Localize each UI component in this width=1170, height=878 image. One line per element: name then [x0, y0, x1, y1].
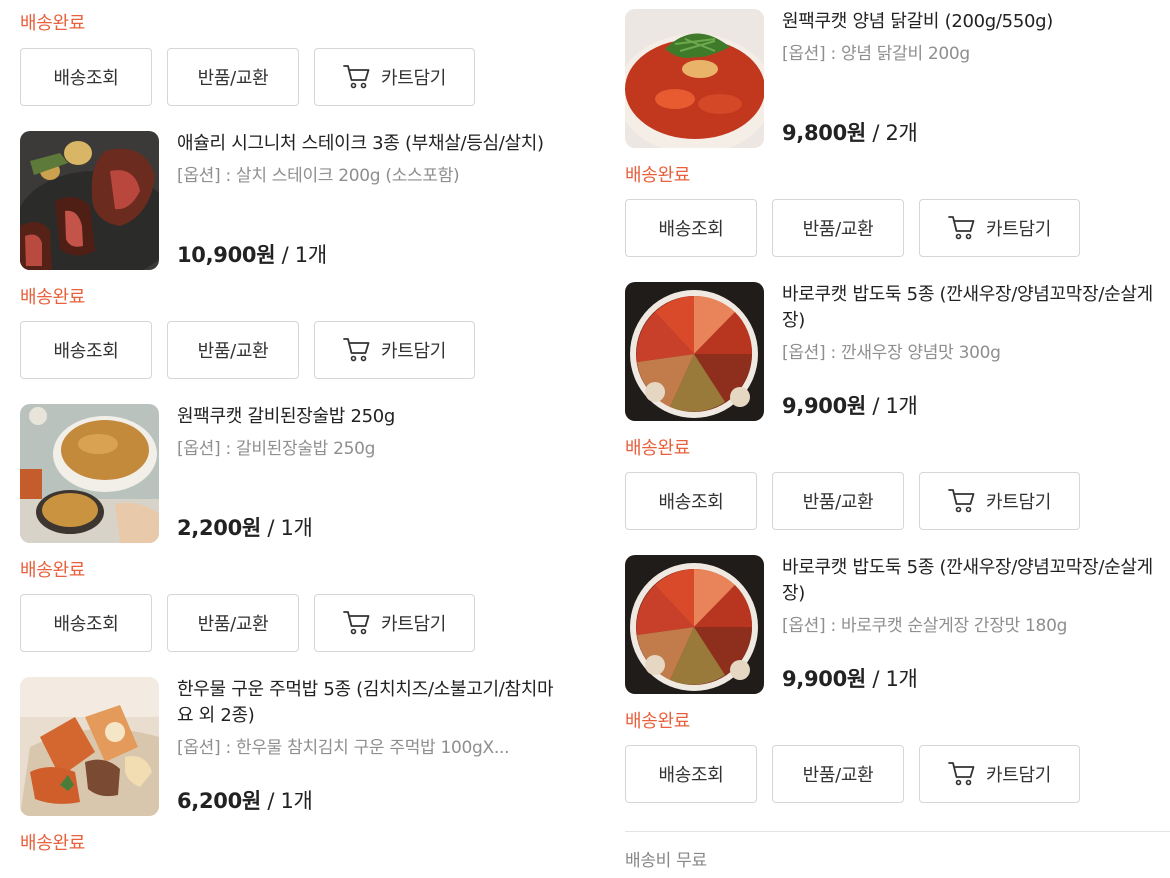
shopping-cart-icon [343, 65, 370, 89]
return-exchange-button[interactable]: 반품/교환 [167, 594, 299, 652]
add-to-cart-button[interactable]: 카트담기 [919, 745, 1080, 803]
product-price: 9,900원 [782, 394, 866, 418]
order-item[interactable]: 바로쿠캣 밥도둑 5종 (깐새우장/양념꼬막장/순살게장) [옵션] : 깐새우… [625, 282, 1170, 422]
price-line: 6,200원 / 1개 [177, 785, 313, 815]
track-delivery-button[interactable]: 배송조회 [20, 321, 152, 379]
product-option: [옵션] : 갈비된장술밥 250g [177, 439, 376, 459]
price-separator: / [275, 243, 295, 267]
track-delivery-button[interactable]: 배송조회 [20, 594, 152, 652]
action-button-row: 배송조회 반품/교환 카트담기 [625, 199, 1080, 259]
product-image-banchan-set[interactable] [625, 555, 764, 694]
add-to-cart-button[interactable]: 카트담기 [314, 321, 475, 379]
product-option: [옵션] : 깐새우장 양념맛 300g [782, 343, 1001, 363]
return-exchange-button[interactable]: 반품/교환 [772, 745, 904, 803]
product-image-steak[interactable] [20, 131, 159, 270]
track-delivery-button[interactable]: 배송조회 [625, 199, 757, 257]
product-name[interactable]: 바로쿠캣 밥도둑 5종 (깐새우장/양념꼬막장/순살게장) [782, 282, 1170, 334]
price-line: 10,900원 / 1개 [177, 239, 327, 269]
product-quantity: 1개 [294, 243, 327, 267]
delivery-status: 배송완료 [20, 13, 86, 34]
shipping-fee-text: 배송비 무료 [625, 851, 707, 871]
order-item[interactable]: 바로쿠캣 밥도둑 5종 (깐새우장/양념꼬막장/순살게장) [옵션] : 바로쿠… [625, 555, 1170, 695]
shopping-cart-icon [948, 489, 975, 513]
action-button-row: 배송조회 반품/교환 카트담기 [20, 48, 475, 108]
order-item[interactable]: 한우물 구운 주먹밥 5종 (김치치즈/소불고기/참치마요 외 2종) [옵션]… [20, 677, 560, 817]
product-price: 2,200원 [177, 516, 261, 540]
action-button-row: 배송조회 반품/교환 카트담기 [20, 321, 475, 381]
delivery-status: 배송완료 [20, 287, 86, 308]
price-separator: / [865, 394, 886, 418]
product-quantity: 1개 [885, 667, 918, 691]
track-delivery-button[interactable]: 배송조회 [20, 48, 152, 106]
price-separator: / [260, 516, 281, 540]
action-button-row: 배송조회 반품/교환 카트담기 [625, 472, 1080, 532]
action-button-row: 배송조회 반품/교환 카트담기 [20, 594, 475, 654]
product-option: [옵션] : 살치 스테이크 200g (소스포함) [177, 166, 460, 186]
product-name[interactable]: 원팩쿠캣 양념 닭갈비 (200g/550g) [782, 9, 1170, 35]
action-button-row: 배송조회 반품/교환 카트담기 [625, 745, 1080, 805]
delivery-status: 배송완료 [625, 438, 691, 459]
product-option: [옵션] : 한우물 참치김치 구운 주먹밥 100gX... [177, 738, 510, 758]
delivery-status: 배송완료 [20, 560, 86, 581]
product-option: [옵션] : 바로쿠캣 순살게장 간장맛 180g [782, 616, 1068, 636]
product-name[interactable]: 바로쿠캣 밥도둑 5종 (깐새우장/양념꼬막장/순살게장) [782, 555, 1170, 607]
add-to-cart-button[interactable]: 카트담기 [314, 48, 475, 106]
product-quantity: 1개 [280, 789, 313, 813]
shopping-cart-icon [343, 338, 370, 362]
price-line: 9,900원 / 1개 [782, 663, 918, 693]
product-quantity: 1개 [885, 394, 918, 418]
shopping-cart-icon [343, 611, 370, 635]
product-image-doenjang-rice[interactable] [20, 404, 159, 543]
cart-button-label: 카트담기 [380, 68, 447, 89]
price-line: 9,900원 / 1개 [782, 390, 918, 420]
price-separator: / [865, 667, 886, 691]
price-separator: / [865, 121, 886, 145]
track-delivery-button[interactable]: 배송조회 [625, 472, 757, 530]
cart-button-label: 카트담기 [380, 341, 447, 362]
product-price: 9,900원 [782, 667, 866, 691]
shopping-cart-icon [948, 216, 975, 240]
product-name[interactable]: 한우물 구운 주먹밥 5종 (김치치즈/소불고기/참치마요 외 2종) [177, 677, 560, 729]
add-to-cart-button[interactable]: 카트담기 [314, 594, 475, 652]
delivery-status: 배송완료 [625, 711, 691, 732]
delivery-status: 배송완료 [625, 165, 691, 186]
product-quantity: 2개 [885, 121, 918, 145]
product-name[interactable]: 원팩쿠캣 갈비된장술밥 250g [177, 404, 560, 430]
delivery-status: 배송완료 [20, 833, 86, 854]
product-name[interactable]: 애슐리 시그니처 스테이크 3종 (부채살/등심/살치) [177, 131, 560, 157]
add-to-cart-button[interactable]: 카트담기 [919, 472, 1080, 530]
cart-button-label: 카트담기 [985, 492, 1052, 513]
product-price: 10,900원 [177, 243, 276, 267]
price-separator: / [260, 789, 281, 813]
order-item[interactable]: 원팩쿠캣 갈비된장술밥 250g [옵션] : 갈비된장술밥 250g 2,20… [20, 404, 560, 544]
price-line: 2,200원 / 1개 [177, 512, 313, 542]
cart-button-label: 카트담기 [380, 614, 447, 635]
return-exchange-button[interactable]: 반품/교환 [772, 472, 904, 530]
track-delivery-button[interactable]: 배송조회 [625, 745, 757, 803]
product-image-dakgalbi[interactable] [625, 9, 764, 148]
order-item[interactable]: 애슐리 시그니처 스테이크 3종 (부채살/등심/살치) [옵션] : 살치 스… [20, 131, 560, 271]
return-exchange-button[interactable]: 반품/교환 [167, 48, 299, 106]
section-divider [625, 831, 1170, 832]
add-to-cart-button[interactable]: 카트담기 [919, 199, 1080, 257]
shopping-cart-icon [948, 762, 975, 786]
product-quantity: 1개 [280, 516, 313, 540]
product-image-rice-ball[interactable] [20, 677, 159, 816]
price-line: 9,800원 / 2개 [782, 117, 918, 147]
cart-button-label: 카트담기 [985, 765, 1052, 786]
product-price: 9,800원 [782, 121, 866, 145]
return-exchange-button[interactable]: 반품/교환 [772, 199, 904, 257]
order-item[interactable]: 원팩쿠캣 양념 닭갈비 (200g/550g) [옵션] : 양념 닭갈비 20… [625, 9, 1170, 149]
product-option: [옵션] : 양념 닭갈비 200g [782, 44, 970, 64]
cart-button-label: 카트담기 [985, 219, 1052, 240]
product-price: 6,200원 [177, 789, 261, 813]
return-exchange-button[interactable]: 반품/교환 [167, 321, 299, 379]
product-image-banchan-set[interactable] [625, 282, 764, 421]
